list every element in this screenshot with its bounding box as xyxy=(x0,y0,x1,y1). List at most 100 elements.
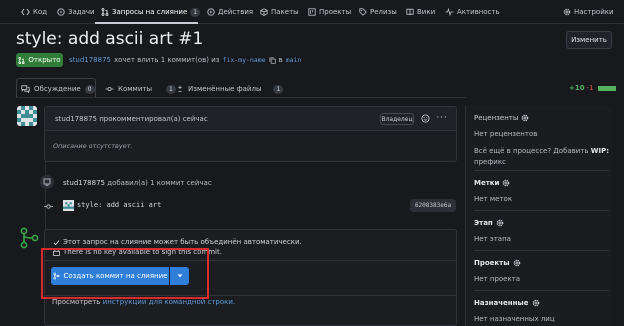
commit-avatar xyxy=(63,200,74,211)
nav-wiki[interactable]: Вики xyxy=(406,6,435,18)
commit-message-link[interactable]: style: add ascii art xyxy=(77,201,161,209)
gear-icon[interactable] xyxy=(502,179,510,187)
sidebar-reviewers: Рецензенты Нет рецензентов Всё ещё в про… xyxy=(474,114,609,166)
milestone-heading[interactable]: Этап xyxy=(474,219,609,227)
sidebar-divider xyxy=(474,170,609,171)
reviewers-title: Рецензенты xyxy=(474,114,519,122)
projects-value: Нет проекта xyxy=(474,275,521,283)
tab-files-changed[interactable]: Изменённые файлы 1 xyxy=(176,82,284,96)
commit-dot-icon xyxy=(44,202,53,211)
merge-status: Этот запрос на слияние может быть объеди… xyxy=(53,238,302,246)
nav-activity-label: Активность xyxy=(457,8,500,16)
comment-box: stud178875 прокомментировал(а) сейчас Вл… xyxy=(44,106,457,162)
wip-link[interactable]: WIP: xyxy=(591,147,609,155)
sidebar-divider xyxy=(474,290,609,291)
tab-discussion-label: Обсуждение xyxy=(34,85,81,93)
tag-icon xyxy=(359,8,367,16)
nav-releases[interactable]: Релизы xyxy=(359,6,397,18)
nav-actions-label: Действия xyxy=(218,8,254,16)
event-author[interactable]: stud178875 xyxy=(63,179,105,187)
tab-discussion[interactable]: Обсуждение 0 xyxy=(21,82,95,96)
sidebar-divider xyxy=(474,210,609,211)
commit-icon xyxy=(105,85,114,93)
tab-files-changed-label: Изменённые файлы xyxy=(188,85,262,93)
gear-icon[interactable] xyxy=(521,114,529,122)
tab-files-changed-count: 1 xyxy=(273,84,284,94)
diff-icon xyxy=(176,85,184,93)
nav-packages[interactable]: Пакеты xyxy=(260,6,299,18)
tab-commits-label: Коммиты xyxy=(118,85,152,93)
comment-author-line: stud178875 прокомментировал(а) сейчас xyxy=(55,115,208,123)
wip-hint: Всё ещё в процессе? Добавить WIP: xyxy=(474,147,609,155)
comment-header: stud178875 прокомментировал(а) сейчас Вл… xyxy=(45,107,456,131)
pr-subtitle-text: хочет влить 1 коммит(ов) из xyxy=(114,56,220,64)
reviewers-value: Нет рецензентов xyxy=(474,130,538,138)
play-icon xyxy=(207,8,215,16)
pr-subtitle: stud178875 хочет влить 1 коммит(ов) из f… xyxy=(69,56,301,64)
assignees-heading[interactable]: Назначенные xyxy=(474,299,609,307)
gear-icon[interactable] xyxy=(513,259,521,267)
copy-icon[interactable] xyxy=(269,57,276,64)
nav-packages-label: Пакеты xyxy=(271,8,299,16)
nav-projects[interactable]: Проекты xyxy=(308,6,351,18)
nav-actions[interactable]: Действия xyxy=(207,6,253,18)
nav-code[interactable]: Код xyxy=(21,6,47,18)
nav-pull-requests-label: Запросы на слияние xyxy=(112,8,188,16)
nav-issues[interactable]: Задачи xyxy=(57,6,95,18)
emoji-reaction-icon[interactable] xyxy=(421,114,430,123)
nav-settings-label: Настройки xyxy=(574,8,614,16)
pr-title: style: add ascii art #1 xyxy=(16,29,204,49)
into-text: в xyxy=(278,56,283,64)
tab-commits[interactable]: Коммиты 1 xyxy=(105,82,176,96)
book-icon xyxy=(406,8,414,16)
source-branch-link[interactable]: fix-my-name xyxy=(223,56,266,64)
more-options-icon[interactable]: ··· xyxy=(436,114,448,123)
nav-releases-label: Релизы xyxy=(370,8,397,16)
nav-settings[interactable]: Настройки xyxy=(563,6,614,18)
gear-icon[interactable] xyxy=(496,219,504,227)
projects-heading[interactable]: Проекты xyxy=(474,259,609,267)
nav-activity[interactable]: Активность xyxy=(445,6,500,18)
diffstat: +10 -1 xyxy=(569,84,616,92)
cli-instructions-link[interactable]: инструкции для командной строки. xyxy=(103,298,236,306)
nav-pull-requests[interactable]: Запросы на слияние 1 xyxy=(101,6,201,18)
diffstat-bar xyxy=(597,85,616,91)
tabs-divider xyxy=(16,97,466,98)
gear-icon xyxy=(563,8,571,16)
edit-title-button[interactable]: Изменить xyxy=(566,31,612,49)
cli-instructions: Просмотреть инструкции для командной стр… xyxy=(52,298,235,306)
status-label: Открыто xyxy=(28,56,61,64)
assignees-title: Назначенные xyxy=(474,299,529,307)
comment-body: Описание отсутствует. xyxy=(53,142,133,150)
check-icon xyxy=(53,239,60,246)
tab-discussion-count: 0 xyxy=(84,84,95,94)
labels-title: Метки xyxy=(474,179,500,187)
pr-author-link[interactable]: stud178875 xyxy=(69,56,111,64)
sidebar-projects: Проекты Нет проекта xyxy=(474,259,609,283)
nav-projects-label: Проекты xyxy=(319,8,352,16)
commit-sha-button[interactable]: 6208383e6a xyxy=(410,199,456,212)
avatar[interactable] xyxy=(17,106,37,126)
commit-event-text: stud178875 добавил(а) 1 коммит сейчас xyxy=(63,179,212,187)
tab-commits-count: 1 xyxy=(165,84,176,94)
sidebar-labels: Метки Нет меток xyxy=(474,179,609,203)
project-icon xyxy=(308,8,316,16)
assignees-value: Нет назначенных лиц xyxy=(474,315,555,323)
commit-event-icon xyxy=(40,175,54,189)
comment-author[interactable]: stud178875 xyxy=(55,115,97,123)
labels-heading[interactable]: Метки xyxy=(474,179,609,187)
nav-code-label: Код xyxy=(33,8,48,16)
pull-request-icon xyxy=(18,56,25,64)
reviewers-heading[interactable]: Рецензенты xyxy=(474,114,609,122)
target-branch-link[interactable]: main xyxy=(286,56,302,64)
projects-title: Проекты xyxy=(474,259,510,267)
wip-text: Всё ещё в процессе? Добавить xyxy=(474,147,589,155)
gear-icon[interactable] xyxy=(532,299,540,307)
merge-icon xyxy=(19,227,39,249)
issue-icon xyxy=(57,8,65,16)
sidebar-milestone: Этап Нет этапа xyxy=(474,219,609,243)
pulse-icon xyxy=(445,8,454,16)
pull-request-icon xyxy=(101,8,109,16)
wip-suffix: префикс xyxy=(474,158,506,166)
milestone-title: Этап xyxy=(474,219,493,227)
